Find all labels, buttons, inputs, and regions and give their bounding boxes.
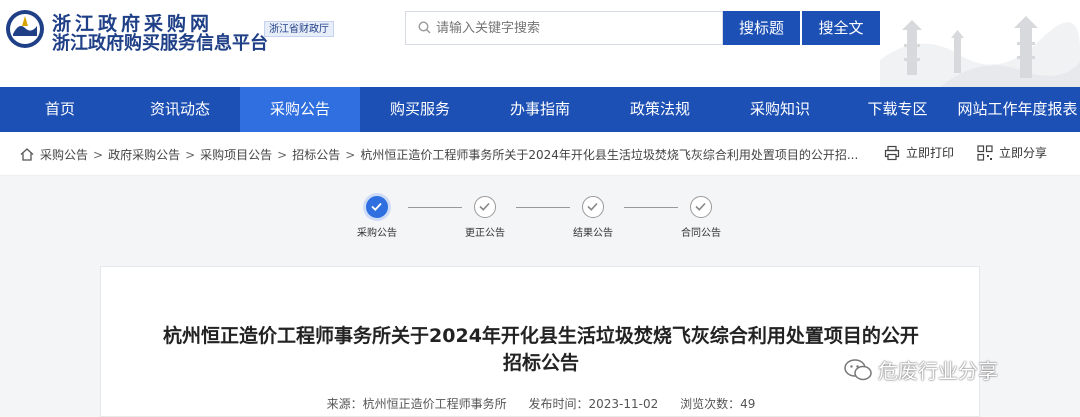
notice-progress-steps: 采购公告 更正公告 结果公告 合同公告 bbox=[0, 176, 1080, 266]
check-icon bbox=[366, 196, 388, 218]
share-label: 立即分享 bbox=[999, 146, 1048, 160]
nav-news[interactable]: 资讯动态 bbox=[120, 87, 240, 132]
nav-knowledge[interactable]: 采购知识 bbox=[720, 87, 840, 132]
step-result-notice[interactable]: 结果公告 bbox=[563, 196, 623, 239]
breadcrumb-separator: > bbox=[345, 148, 356, 162]
nav-procurement-notice[interactable]: 采购公告 bbox=[240, 87, 360, 132]
print-icon bbox=[884, 145, 900, 161]
wechat-icon bbox=[844, 359, 872, 381]
print-label: 立即打印 bbox=[906, 146, 955, 160]
notice-views: 浏览次数：49 bbox=[680, 397, 756, 411]
search-icon bbox=[418, 21, 431, 34]
search-box bbox=[405, 11, 723, 45]
check-icon bbox=[690, 196, 712, 218]
step-connector bbox=[408, 207, 462, 208]
site-logo-icon[interactable] bbox=[4, 8, 46, 50]
step-label: 采购公告 bbox=[357, 228, 397, 239]
step-connector bbox=[624, 207, 678, 208]
nav-home[interactable]: 首页 bbox=[0, 87, 120, 132]
step-procurement-notice[interactable]: 采购公告 bbox=[347, 196, 407, 239]
watermark-text: 危废行业分享 bbox=[878, 359, 998, 383]
step-contract-notice[interactable]: 合同公告 bbox=[671, 196, 731, 239]
dept-badge: 浙江省财政厅 bbox=[264, 21, 334, 37]
breadcrumb-separator: > bbox=[93, 148, 104, 162]
breadcrumb: 采购公告 > 政府采购公告 > 采购项目公告 > 招标公告 > 杭州恒正造价工程师事务所关于20… bbox=[20, 146, 880, 163]
breadcrumb-bar: 采购公告 > 政府采购公告 > 采购项目公告 > 招标公告 > 杭州恒正造价工程师事务所关于20… bbox=[0, 132, 1080, 176]
step-label: 更正公告 bbox=[465, 228, 505, 239]
breadcrumb-current: 杭州恒正造价工程师事务所关于2024年开化县生活垃圾焚烧飞灰综合利用处置项目的公… bbox=[360, 148, 859, 162]
nav-downloads[interactable]: 下载专区 bbox=[840, 87, 955, 132]
notice-title: 杭州恒正造价工程师事务所关于2024年开化县生活垃圾焚烧飞灰综合利用处置项目的公… bbox=[163, 325, 919, 374]
search-title-button[interactable]: 搜标题 bbox=[723, 11, 800, 45]
step-label: 结果公告 bbox=[573, 228, 613, 239]
notice-source: 来源：杭州恒正造价工程师事务所 bbox=[326, 397, 507, 411]
check-icon bbox=[582, 196, 604, 218]
search-input[interactable] bbox=[436, 12, 716, 44]
notice-card: 杭州恒正造价工程师事务所关于2024年开化县生活垃圾焚烧飞灰综合利用处置项目的公… bbox=[100, 266, 980, 417]
site-subtitle: 浙江政府购买服务信息平台 bbox=[52, 33, 268, 54]
home-icon[interactable] bbox=[20, 148, 34, 161]
site-header: 浙江政府采购网 浙江政府购买服务信息平台 浙江省财政厅 搜标题 搜全文 bbox=[0, 0, 1080, 87]
step-label: 合同公告 bbox=[681, 228, 721, 239]
print-button[interactable]: 立即打印 bbox=[884, 144, 954, 161]
search-fulltext-button[interactable]: 搜全文 bbox=[802, 11, 880, 45]
breadcrumb-item[interactable]: 招标公告 bbox=[292, 148, 340, 162]
wechat-watermark: 危废行业分享 bbox=[844, 355, 998, 384]
nav-policy[interactable]: 政策法规 bbox=[600, 87, 720, 132]
breadcrumb-separator: > bbox=[277, 148, 288, 162]
qrcode-icon bbox=[977, 145, 993, 161]
nav-annual-report[interactable]: 网站工作年度报表 bbox=[955, 87, 1080, 132]
share-button[interactable]: 立即分享 bbox=[977, 144, 1047, 161]
main-nav: 首页 资讯动态 采购公告 购买服务 办事指南 政策法规 采购知识 下载专区 网站… bbox=[0, 87, 1080, 132]
pagoda-decoration-icon bbox=[880, 16, 1080, 87]
step-connector bbox=[516, 207, 570, 208]
breadcrumb-item[interactable]: 采购公告 bbox=[40, 148, 88, 162]
nav-guide[interactable]: 办事指南 bbox=[480, 87, 600, 132]
notice-publish-time: 发布时间：2023-11-02 bbox=[528, 397, 659, 411]
check-icon bbox=[474, 196, 496, 218]
breadcrumb-item[interactable]: 采购项目公告 bbox=[200, 148, 272, 162]
nav-purchase-service[interactable]: 购买服务 bbox=[360, 87, 480, 132]
step-correction-notice[interactable]: 更正公告 bbox=[455, 196, 515, 239]
breadcrumb-separator: > bbox=[185, 148, 196, 162]
breadcrumb-item[interactable]: 政府采购公告 bbox=[108, 148, 180, 162]
notice-meta: 来源：杭州恒正造价工程师事务所 发布时间：2023-11-02 浏览次数：49 bbox=[101, 395, 981, 412]
